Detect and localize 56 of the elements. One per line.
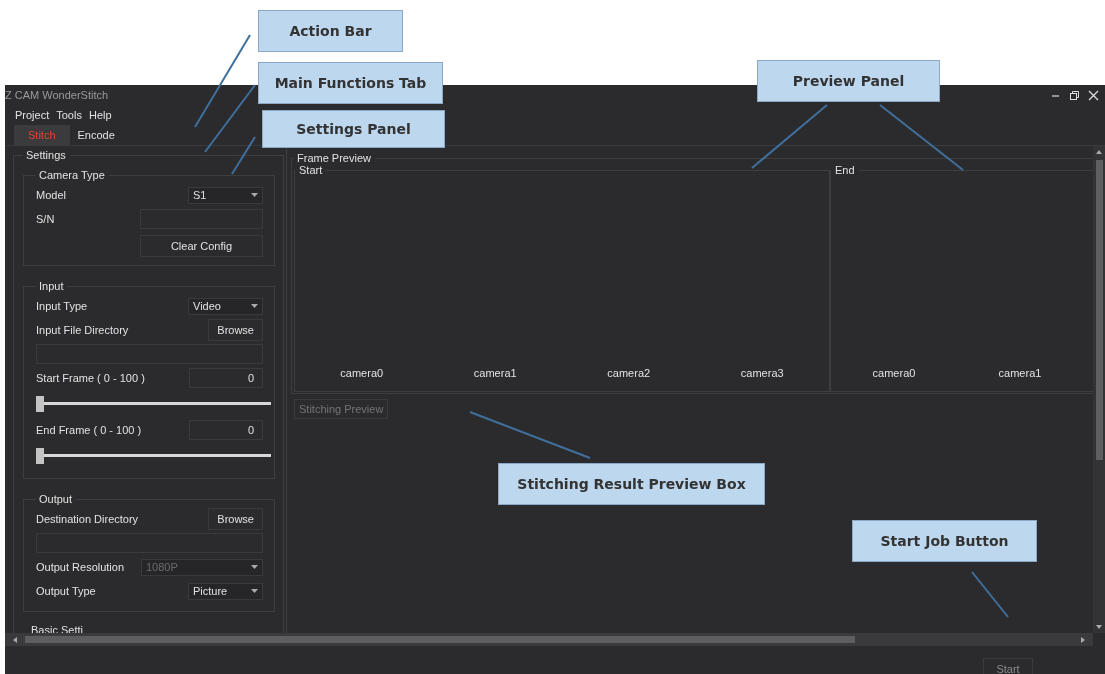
annotation-callout: Settings Panel <box>262 110 445 148</box>
dropdown[interactable]: Picture <box>188 582 263 600</box>
field-label: Output Resolution <box>36 561 125 573</box>
camera-label: camera0 <box>339 367 385 379</box>
field-label: Destination Directory <box>36 513 139 525</box>
scroll-down-icon[interactable] <box>1096 625 1102 629</box>
pane-title: Start <box>298 165 324 176</box>
menu-item[interactable]: Help <box>88 109 112 121</box>
dropdown[interactable]: Video <box>188 297 263 315</box>
menu-item[interactable]: Project <box>15 109 50 121</box>
camera-label: camera2 <box>606 367 652 379</box>
group-title: Input <box>38 280 65 292</box>
annotation-callout: Main Functions Tab <box>258 62 443 104</box>
caret-icon <box>251 565 258 569</box>
annotation-callout: Start Job Button <box>852 520 1037 562</box>
caret-icon <box>251 304 258 308</box>
field-label: Model <box>36 189 66 201</box>
clear-config-button[interactable]: Clear Config <box>140 235 263 257</box>
vertical-scrollbar[interactable] <box>1093 146 1105 633</box>
group-title: Output <box>38 493 74 505</box>
scroll-up-icon[interactable] <box>1096 150 1102 154</box>
pane-title: End <box>834 165 856 176</box>
group-title: Camera Type <box>38 169 106 181</box>
camera-label: camera1 <box>997 367 1043 379</box>
slider-thumb[interactable] <box>36 448 44 464</box>
field-label: Input File Directory <box>36 324 129 336</box>
field-label: Start Frame ( 0 - 100 ) <box>36 372 145 384</box>
group-title: Frame Preview <box>296 152 372 164</box>
caret-icon <box>251 589 258 593</box>
camera-label: camera0 <box>871 367 917 379</box>
scroll-right-icon[interactable] <box>1081 636 1085 643</box>
close-icon[interactable] <box>1088 89 1099 101</box>
group-title: Settings <box>25 149 67 161</box>
slider-thumb[interactable] <box>36 396 44 412</box>
window-title: Z CAM WonderStitch <box>5 89 109 101</box>
number-field[interactable]: 0 <box>189 420 263 440</box>
restore-icon[interactable] <box>1069 89 1080 101</box>
field-label: Output Type <box>36 585 96 597</box>
camera-label: camera1 <box>472 367 518 379</box>
menu-item[interactable]: Tools <box>56 109 82 121</box>
browse-button[interactable]: Browse <box>208 319 263 341</box>
annotation-callout: Stitching Result Preview Box <box>498 463 765 505</box>
annotation-callout: Preview Panel <box>757 60 940 102</box>
camera-label: camera3 <box>739 367 785 379</box>
number-field[interactable]: 0 <box>189 368 263 388</box>
scroll-left-icon[interactable] <box>13 636 17 643</box>
dropdown[interactable]: S1 <box>188 186 263 204</box>
field-label: End Frame ( 0 - 100 ) <box>36 424 142 436</box>
leader-line <box>971 571 1009 618</box>
horizontal-scrollbar[interactable] <box>5 633 1093 646</box>
field-label: S/N <box>36 213 55 225</box>
field-label: Input Type <box>36 300 88 312</box>
browse-button[interactable]: Browse <box>208 508 263 530</box>
annotation-callout: Action Bar <box>258 10 403 52</box>
caret-icon <box>251 193 258 197</box>
tab[interactable]: Encode <box>69 125 123 145</box>
